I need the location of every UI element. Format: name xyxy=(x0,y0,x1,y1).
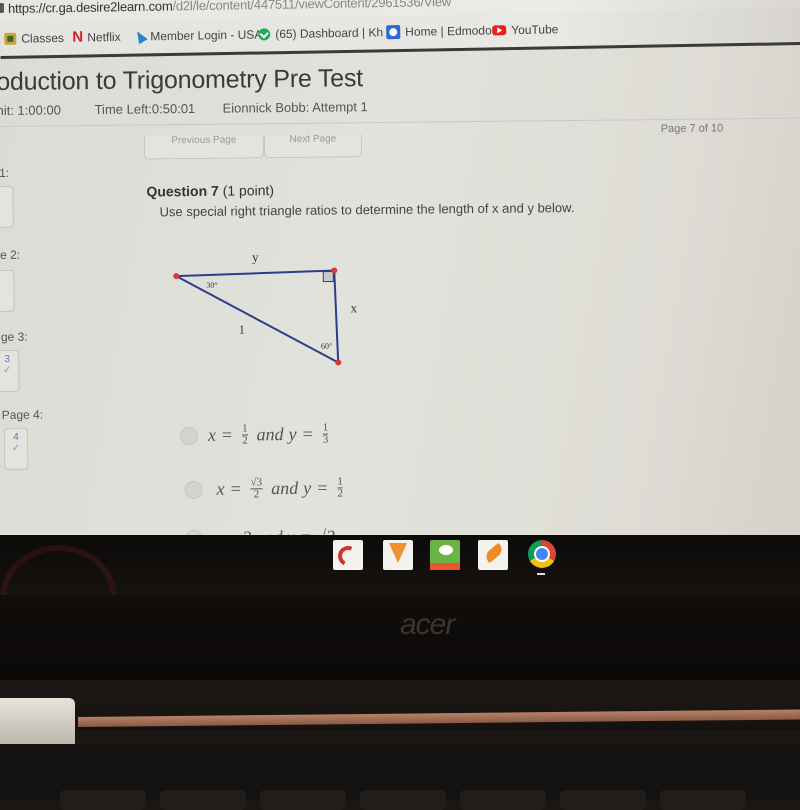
bookmark-edmodo[interactable]: Home | Edmodo xyxy=(386,23,492,40)
sidebar-page-4-button[interactable]: 4 ✓ xyxy=(3,427,29,470)
sidebar-page-2-label: e 2: xyxy=(0,247,21,263)
answer-choice-2[interactable]: x = √3 2 and y = 12 xyxy=(184,475,347,501)
brand-logo: acer xyxy=(400,608,455,641)
right-angle-marker xyxy=(322,271,334,283)
sidebar-page-3-label: ge 3: xyxy=(0,329,28,345)
bookmark-classes[interactable]: Classes xyxy=(4,31,64,46)
time-limit: nit: 1:00:00 xyxy=(0,102,61,119)
sidebar-page-1-button[interactable] xyxy=(0,185,14,229)
bookmark-member-login[interactable]: Member Login - USA xyxy=(132,27,262,45)
youtube-icon xyxy=(492,25,507,36)
keyboard-key xyxy=(360,790,446,810)
next-page-button[interactable]: Next Page xyxy=(263,133,363,159)
pointer-icon xyxy=(132,28,148,45)
keyboard-key xyxy=(160,790,246,810)
keyboard-key xyxy=(660,790,746,810)
label-hypotenuse: 1 xyxy=(239,322,245,336)
khan-academy-icon xyxy=(258,28,271,41)
label-x: x xyxy=(351,300,358,315)
time-left: Time Left:0:50:01 xyxy=(94,100,196,118)
previous-page-button[interactable]: Previous Page xyxy=(143,135,265,160)
sidebar-page-4-label: Page 4: xyxy=(1,407,44,423)
netflix-icon: N xyxy=(72,28,84,46)
rocket-app-icon[interactable] xyxy=(478,540,508,570)
chrome-icon[interactable] xyxy=(528,540,556,568)
triangle-diagram: y x 1 30° 60° xyxy=(173,249,358,366)
hypotenuse xyxy=(175,275,339,364)
answer-choice-1[interactable]: x = 12 and y = 13 xyxy=(179,422,333,448)
hinge-highlight xyxy=(0,698,75,744)
bookmark-netflix[interactable]: N Netflix xyxy=(72,28,121,46)
page-counter: Page 7 of 10 xyxy=(660,122,724,136)
sidebar-page-1-label: 1: xyxy=(0,165,10,181)
veracross-icon[interactable] xyxy=(383,540,413,570)
attempt-info: Eionnick Bobb: Attempt 1 xyxy=(222,99,368,116)
bookmark-khan-dashboard[interactable]: (65) Dashboard | Kh xyxy=(258,25,383,41)
side-x xyxy=(333,270,340,363)
keyboard-key xyxy=(260,790,346,810)
bookmark-youtube[interactable]: YouTube xyxy=(492,22,558,37)
laptop-screen: https://cr.ga.desire2learn.com/d2l/le/co… xyxy=(0,0,800,548)
sidebar-page-2-button[interactable] xyxy=(0,269,15,313)
keyboard-key xyxy=(460,790,546,810)
sidebar-page-3-button[interactable]: 3 ✓ xyxy=(0,349,20,393)
keyboard-key xyxy=(560,790,646,810)
phone-app-icon[interactable] xyxy=(333,540,363,570)
url-text[interactable]: https://cr.ga.desire2learn.com/d2l/le/co… xyxy=(8,0,451,16)
edmodo-icon xyxy=(386,25,401,40)
active-app-indicator xyxy=(537,573,545,575)
angle-60-label: 60° xyxy=(321,342,332,351)
lock-icon xyxy=(0,3,4,13)
check-icon: ✓ xyxy=(11,442,21,454)
check-icon: ✓ xyxy=(3,364,12,376)
keyboard-key xyxy=(60,790,146,810)
radio-button[interactable] xyxy=(184,480,203,499)
question-prompt: Use special right triangle ratios to det… xyxy=(159,199,575,220)
quiz-title: oduction to Trigonometry Pre Test xyxy=(0,64,364,97)
quiz-page: oduction to Trigonometry Pre Test nit: 1… xyxy=(0,50,800,548)
question-title: Question 7 (1 point) xyxy=(146,182,275,200)
angle-30-label: 30° xyxy=(206,281,217,290)
google-classroom-icon xyxy=(4,32,17,45)
label-y: y xyxy=(252,249,259,264)
campus-icon[interactable] xyxy=(430,540,460,570)
side-y xyxy=(176,269,335,278)
radio-button[interactable] xyxy=(179,426,199,445)
